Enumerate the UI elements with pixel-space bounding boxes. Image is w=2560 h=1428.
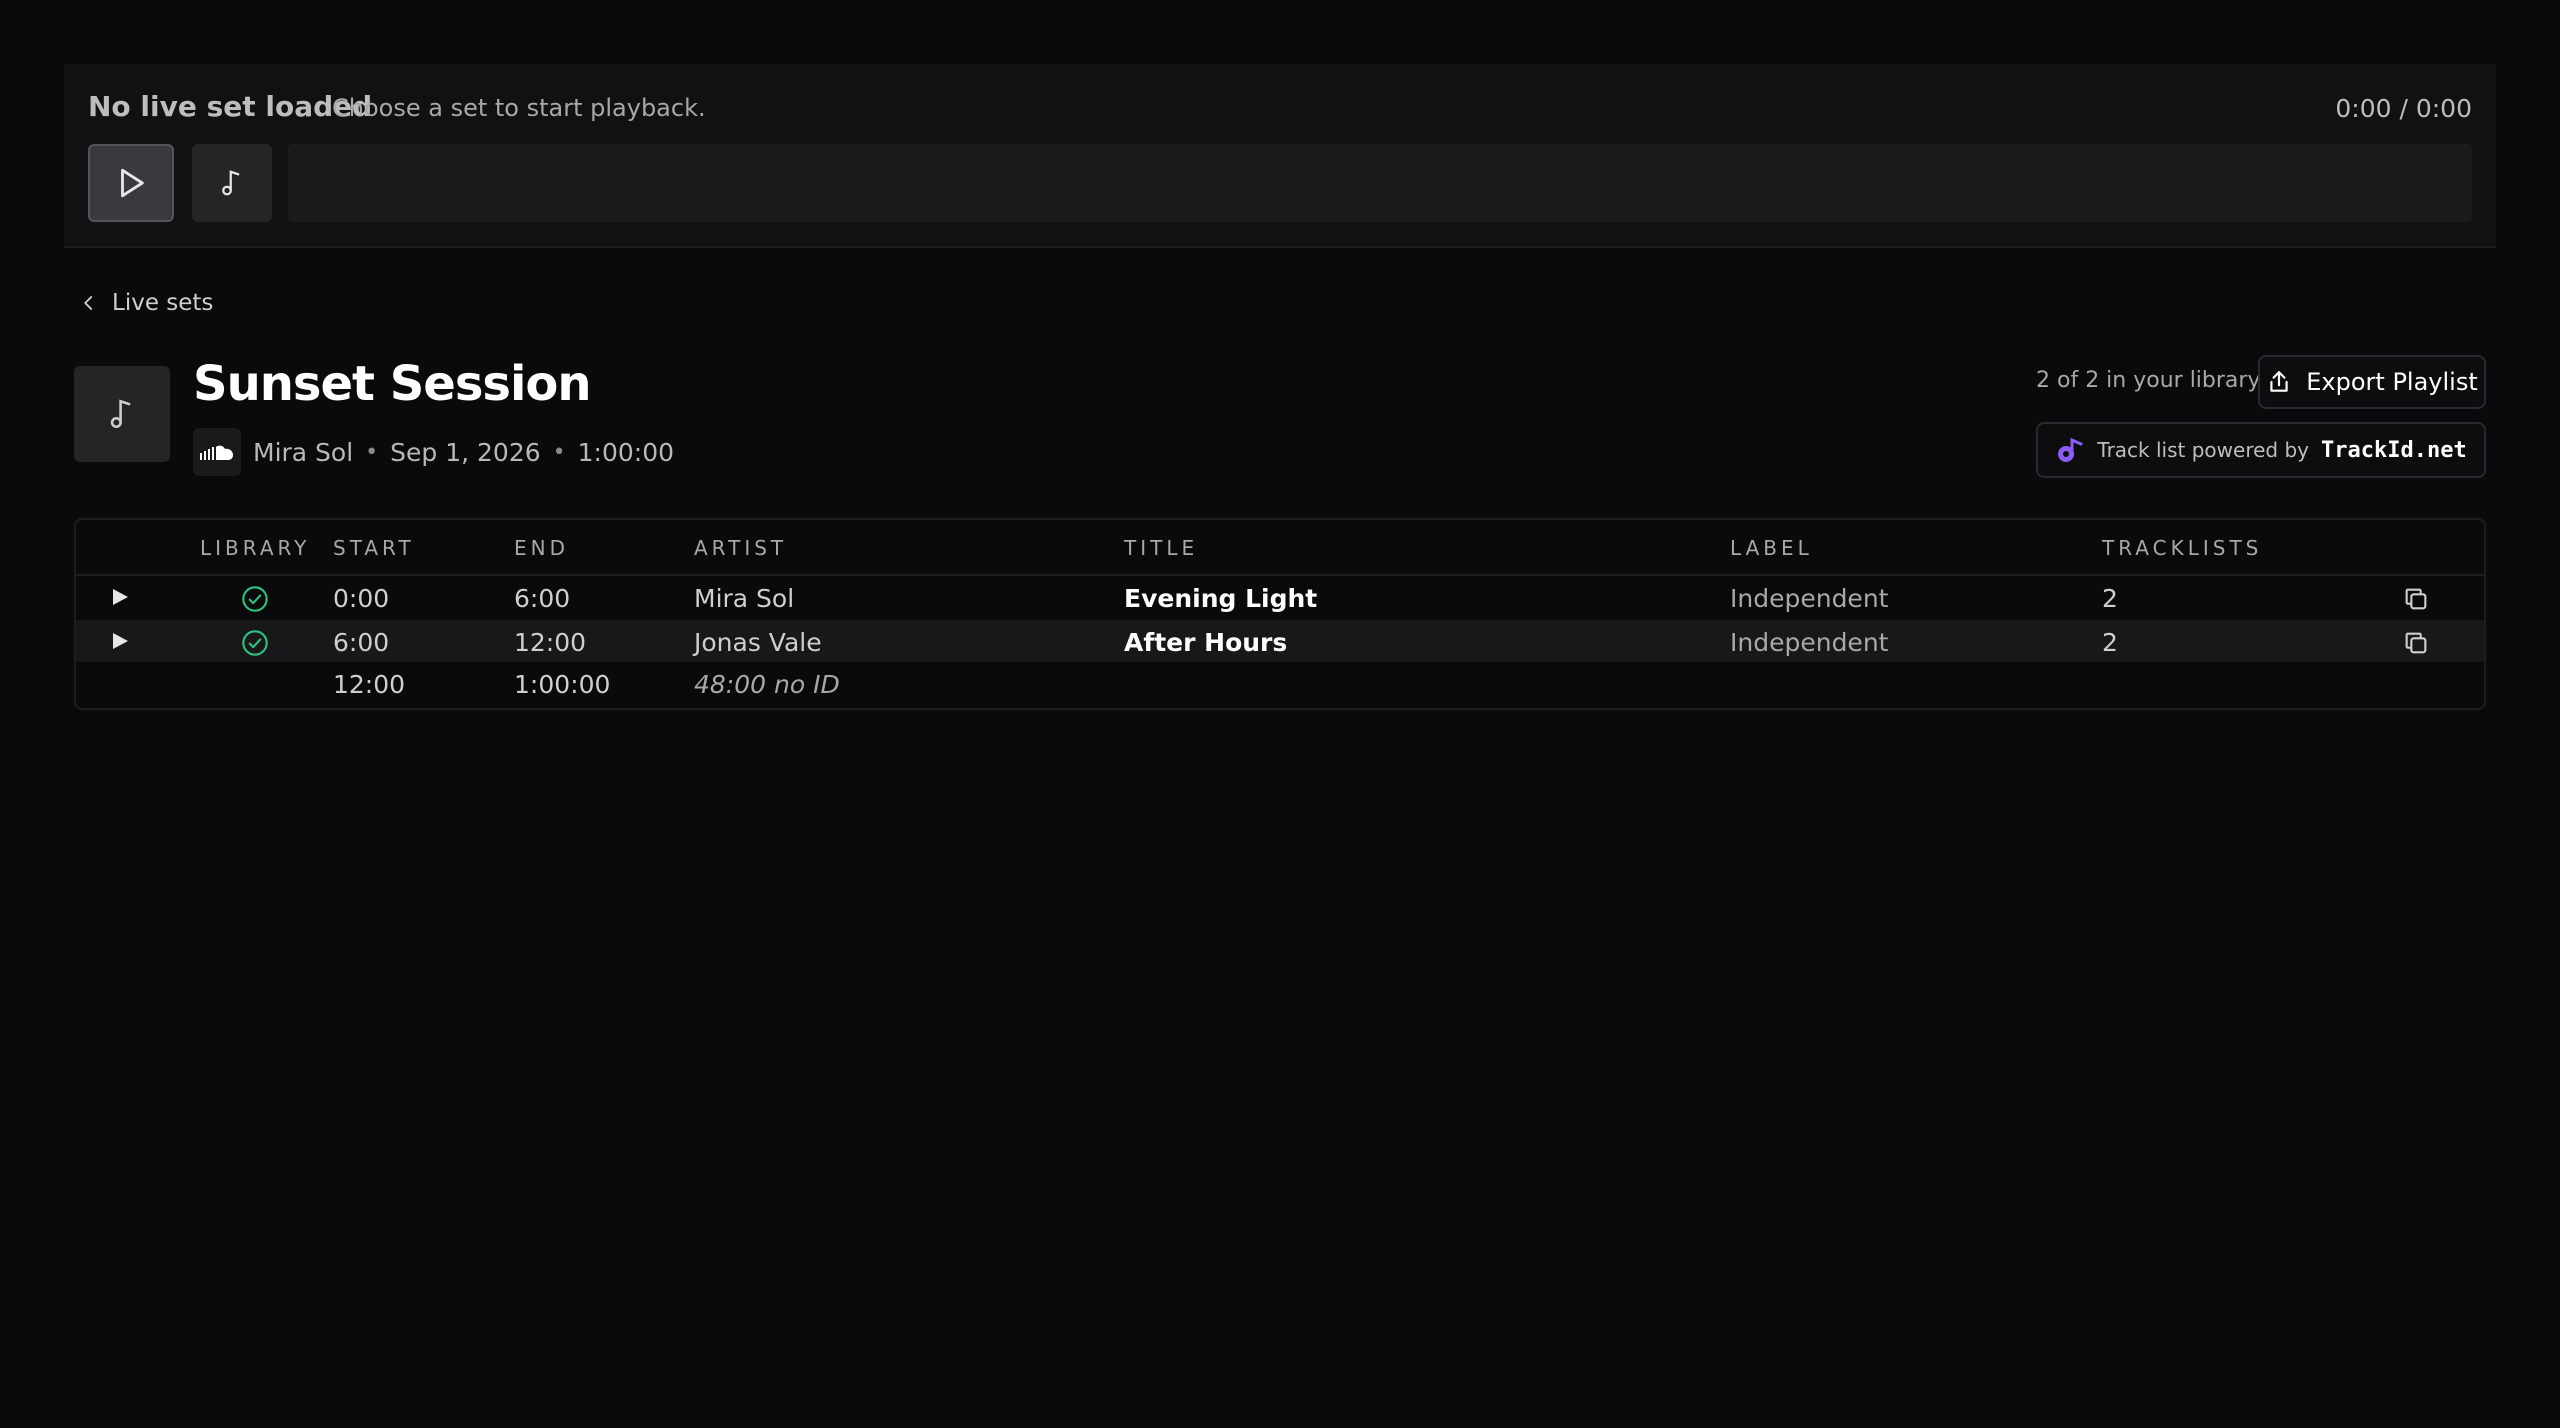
separator-dot: • <box>365 439 379 465</box>
track-end: 6:00 <box>514 584 571 613</box>
track-title[interactable]: After Hours <box>1124 628 1287 657</box>
soundcloud-badge[interactable] <box>193 428 241 476</box>
music-note-icon <box>110 399 131 429</box>
column-header-end[interactable]: END <box>514 536 569 560</box>
track-title[interactable]: Evening Light <box>1124 584 1317 613</box>
player-title: No live set loaded <box>88 90 373 123</box>
track-label: Independent <box>1730 628 1889 657</box>
track-tracklists: 2 <box>2102 628 2118 657</box>
chevron-left-icon <box>84 296 93 310</box>
play-icon[interactable] <box>108 585 132 609</box>
play-icon <box>121 168 144 198</box>
share-upload-icon <box>2270 371 2288 392</box>
library-count: 2 of 2 in your library <box>2036 368 2261 393</box>
powered-by-badge[interactable]: Track list powered by TrackId.net <box>2036 422 2486 478</box>
table-header: LIBRARY START END ARTIST TITLE LABEL TRA… <box>76 520 2484 576</box>
track-artist[interactable]: Jonas Vale <box>694 628 822 657</box>
soundcloud-icon <box>200 445 233 460</box>
powered-by-brand: TrackId.net <box>2321 437 2467 463</box>
gap-note: 48:00 no ID <box>694 670 840 699</box>
column-header-artist[interactable]: ARTIST <box>694 536 787 560</box>
export-playlist-label: Export Playlist <box>2306 368 2478 396</box>
set-artist[interactable]: Mira Sol <box>253 438 353 467</box>
gap-row: 12:00 1:00:00 48:00 no ID <box>76 662 2484 704</box>
player-time: 0:00 / 0:00 <box>2335 94 2472 123</box>
column-header-title[interactable]: TITLE <box>1124 536 1198 560</box>
track-tracklists: 2 <box>2102 584 2118 613</box>
copy-icon[interactable] <box>2402 629 2430 657</box>
track-label: Independent <box>1730 584 1889 613</box>
set-title: Sunset Session <box>193 356 592 412</box>
track-start: 0:00 <box>333 584 390 613</box>
copy-icon[interactable] <box>2402 585 2430 613</box>
column-header-label[interactable]: LABEL <box>1730 536 1813 560</box>
play-button[interactable] <box>88 144 174 222</box>
column-header-library[interactable]: LIBRARY <box>200 536 310 560</box>
player-bar: No live set loaded Choose a set to start… <box>64 64 2496 248</box>
gap-start: 12:00 <box>333 670 406 699</box>
check-circle-icon <box>242 586 268 612</box>
table-row[interactable]: 0:00 6:00 Mira Sol Evening Light Indepen… <box>76 576 2484 618</box>
track-artist[interactable]: Mira Sol <box>694 584 794 613</box>
export-playlist-button[interactable]: Export Playlist <box>2258 355 2486 409</box>
column-header-tracklists[interactable]: TRACKLISTS <box>2102 536 2262 560</box>
player-subtitle: Choose a set to start playback. <box>332 94 706 122</box>
tracklist-table: LIBRARY START END ARTIST TITLE LABEL TRA… <box>74 518 2486 710</box>
check-circle-icon <box>242 630 268 656</box>
music-note-icon <box>222 170 240 196</box>
set-artwork <box>74 366 170 462</box>
back-link[interactable]: Live sets <box>80 290 213 316</box>
table-row[interactable]: 6:00 12:00 Jonas Vale After Hours Indepe… <box>76 620 2484 662</box>
column-header-start[interactable]: START <box>333 536 415 560</box>
gap-end: 1:00:00 <box>514 670 611 699</box>
powered-by-label: Track list powered by <box>2097 438 2309 462</box>
progress-bar[interactable] <box>288 144 2472 222</box>
set-meta: Mira Sol • Sep 1, 2026 • 1:00:00 <box>193 428 674 476</box>
set-duration: 1:00:00 <box>577 437 675 467</box>
music-note-button[interactable] <box>192 144 272 222</box>
track-end: 12:00 <box>514 628 587 657</box>
track-start: 6:00 <box>333 628 390 657</box>
back-link-label: Live sets <box>112 290 214 316</box>
play-icon[interactable] <box>108 629 132 653</box>
trackid-logo-icon <box>2058 437 2083 462</box>
set-date: Sep 1, 2026 <box>390 437 541 467</box>
separator-dot: • <box>552 439 566 465</box>
